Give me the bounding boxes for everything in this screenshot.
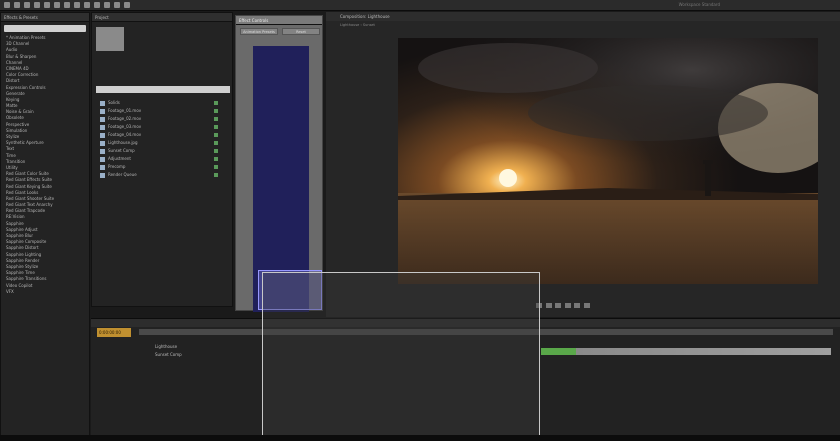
effects-search-input[interactable] bbox=[4, 25, 86, 32]
pen-tool-icon[interactable] bbox=[74, 2, 80, 8]
footage-icon bbox=[100, 156, 105, 162]
reset-button[interactable]: Reset bbox=[282, 28, 320, 35]
label-color-swatch[interactable] bbox=[214, 173, 218, 177]
layer-row[interactable]: Lighthouse bbox=[95, 344, 255, 350]
transparency-grid-icon[interactable] bbox=[564, 303, 571, 308]
snapshot-icon[interactable] bbox=[583, 303, 590, 308]
drag-preview-outline bbox=[262, 272, 540, 441]
label-color-swatch[interactable] bbox=[214, 125, 218, 129]
effect-category-item[interactable]: VFX bbox=[1, 289, 89, 295]
project-item[interactable]: Render Queue bbox=[100, 171, 228, 179]
tab-project[interactable]: Project bbox=[92, 13, 232, 22]
project-item[interactable]: Solids bbox=[100, 99, 228, 107]
layer-duration-bar[interactable] bbox=[541, 348, 831, 355]
project-item[interactable]: Precomp bbox=[100, 163, 228, 171]
label-color-swatch[interactable] bbox=[214, 101, 218, 105]
region-of-interest-icon[interactable] bbox=[555, 303, 562, 308]
sunset-lighthouse-image bbox=[398, 38, 818, 284]
label-color-swatch[interactable] bbox=[214, 117, 218, 121]
project-item-label: Render Queue bbox=[108, 172, 137, 177]
current-timecode[interactable]: 0:00:00:00 bbox=[97, 328, 131, 337]
tools-toolbar: Workspace Standard bbox=[0, 0, 840, 11]
tab-effect-controls[interactable]: Effect Controls bbox=[236, 16, 322, 25]
footage-icon bbox=[100, 100, 105, 106]
stamp-tool-icon[interactable] bbox=[104, 2, 110, 8]
project-item-label: Footage_03.mov bbox=[108, 124, 142, 129]
composition-breadcrumb[interactable]: Lighthouse ‹ Sunset bbox=[326, 22, 840, 29]
footage-icon bbox=[100, 132, 105, 138]
project-item-label: Sunset Comp bbox=[108, 148, 135, 153]
footage-icon bbox=[100, 172, 105, 178]
project-item[interactable]: Footage_02.mov bbox=[100, 115, 228, 123]
os-taskbar bbox=[0, 435, 840, 441]
project-item-label: Footage_01.mov bbox=[108, 108, 142, 113]
effects-list: * Animation Presets 3D Channel Audio Blur &… bbox=[1, 35, 89, 295]
effect-controls-panel[interactable]: Effect Controls Animation Presets Reset bbox=[235, 15, 323, 312]
selection-tool-icon[interactable] bbox=[4, 2, 10, 8]
project-item[interactable]: Footage_04.mov bbox=[100, 131, 228, 139]
project-item[interactable]: Adjustment bbox=[100, 155, 228, 163]
mask-tool-icon[interactable] bbox=[64, 2, 70, 8]
project-search-input[interactable] bbox=[96, 86, 230, 93]
tab-composition[interactable]: Composition: Lighthouse bbox=[326, 12, 840, 21]
camera-tool-icon[interactable] bbox=[44, 2, 50, 8]
layer-name: Sunset Comp bbox=[155, 352, 182, 357]
project-thumbnail bbox=[96, 27, 124, 51]
project-item-label: Solids bbox=[108, 100, 120, 105]
camera-view-icon[interactable] bbox=[574, 303, 581, 308]
resolution-dropdown-icon[interactable] bbox=[545, 303, 552, 308]
brush-tool-icon[interactable] bbox=[94, 2, 100, 8]
animation-presets-button[interactable]: Animation Presets bbox=[240, 28, 278, 35]
project-item-label: Precomp bbox=[108, 164, 126, 169]
project-item-label: Footage_04.mov bbox=[108, 132, 142, 137]
footage-icon bbox=[100, 116, 105, 122]
project-item[interactable]: Footage_03.mov bbox=[100, 123, 228, 131]
composition-controls bbox=[536, 303, 676, 311]
zoom-tool-icon[interactable] bbox=[24, 2, 30, 8]
project-item[interactable]: Footage_01.mov bbox=[100, 107, 228, 115]
composition-frame[interactable] bbox=[398, 38, 818, 284]
pan-tool-icon[interactable] bbox=[54, 2, 60, 8]
label-color-swatch[interactable] bbox=[214, 157, 218, 161]
project-item[interactable]: Lighthouse.jpg bbox=[100, 139, 228, 147]
footage-icon bbox=[100, 140, 105, 146]
label-color-swatch[interactable] bbox=[214, 109, 218, 113]
rotate-tool-icon[interactable] bbox=[34, 2, 40, 8]
tab-effects-presets[interactable]: Effects & Presets bbox=[1, 13, 89, 22]
footage-icon bbox=[100, 164, 105, 170]
label-color-swatch[interactable] bbox=[214, 133, 218, 137]
layer-name: Lighthouse bbox=[155, 344, 178, 349]
layer-row[interactable]: Sunset Comp bbox=[95, 352, 255, 358]
project-panel: Project Solids Footage_01.mov Footage_02.m… bbox=[91, 12, 233, 307]
workspace-label[interactable]: Workspace Standard bbox=[679, 2, 720, 7]
text-tool-icon[interactable] bbox=[84, 2, 90, 8]
hand-tool-icon[interactable] bbox=[14, 2, 20, 8]
footage-icon bbox=[100, 148, 105, 154]
project-item-label: Lighthouse.jpg bbox=[108, 140, 138, 145]
project-item-label: Footage_02.mov bbox=[108, 116, 142, 121]
puppet-tool-icon[interactable] bbox=[124, 2, 130, 8]
label-color-swatch[interactable] bbox=[214, 141, 218, 145]
project-item[interactable]: Sunset Comp bbox=[100, 147, 228, 155]
eraser-tool-icon[interactable] bbox=[114, 2, 120, 8]
footage-icon bbox=[100, 108, 105, 114]
label-color-swatch[interactable] bbox=[214, 149, 218, 153]
project-item-label: Adjustment bbox=[108, 156, 131, 161]
label-color-swatch[interactable] bbox=[214, 165, 218, 169]
footage-icon bbox=[100, 124, 105, 130]
effects-presets-panel: Effects & Presets * Animation Presets 3D … bbox=[0, 12, 90, 441]
